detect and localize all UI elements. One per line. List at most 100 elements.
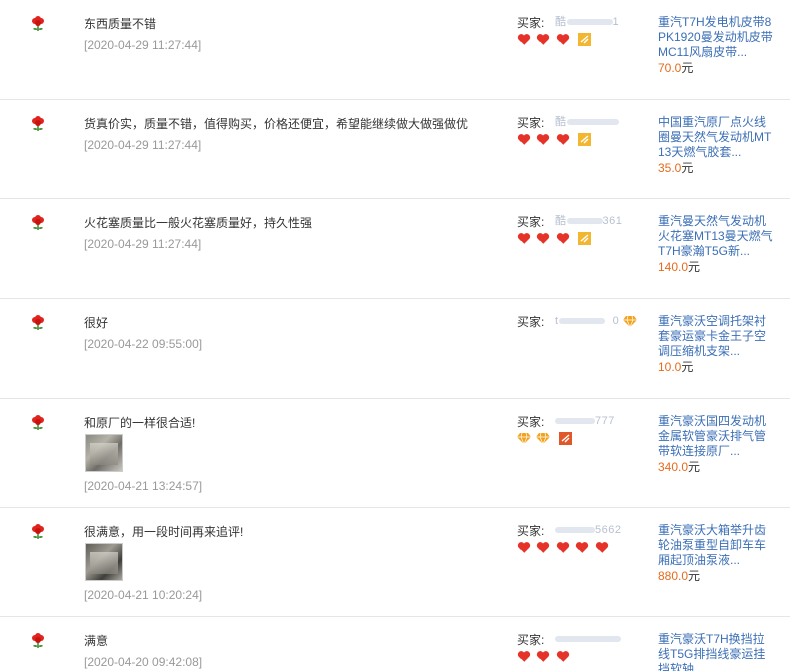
flower-rating-icon	[32, 315, 44, 330]
diamond-credit-icon	[517, 432, 531, 445]
heart-credit-icon	[537, 134, 550, 146]
buyer-name-mask	[555, 418, 595, 425]
heart-credit-icon	[556, 34, 570, 46]
photo-thumbnail	[90, 443, 118, 465]
product-link[interactable]: 重汽豪沃大箱举升齿轮油泵重型自卸车车厢起顶油泵液...	[658, 523, 776, 568]
review-date: [2020-04-20 09:42:08]	[84, 655, 203, 669]
review-date: [2020-04-21 13:24:57]	[84, 479, 203, 493]
price-amount: 140.0	[658, 260, 689, 274]
buyer-name-mask	[555, 527, 595, 534]
buyer-credit-badges	[517, 541, 610, 555]
buyer-credit-badges	[517, 232, 592, 246]
flower-rating-icon	[32, 215, 44, 230]
buyer-name-mask	[566, 218, 603, 225]
product-link[interactable]: 重汽豪沃空调托架衬套豪运豪卡金王子空调压缩机支架...	[658, 314, 776, 359]
product-link[interactable]: 重汽T7H发电机皮带8PK1920曼发动机皮带MC11风扇皮带...	[658, 15, 776, 60]
heart-credit-icon	[537, 542, 550, 554]
buyer-name-suffix: 5662	[595, 524, 622, 536]
product-price: 140.0元	[658, 260, 700, 274]
heart-credit-icon	[556, 651, 570, 663]
review-content: 和原厂的一样很合适!	[84, 416, 196, 430]
vip-icon	[578, 232, 592, 245]
product-link[interactable]: 重汽豪沃T7H换挡拉线T5G排挡线豪运挂挡软轴...	[658, 632, 776, 671]
vip-icon	[578, 33, 592, 46]
buyer-name: 5662	[555, 523, 621, 537]
review-row: 东西质量不错 [2020-04-29 11:27:44] 买家: 酷1 重汽T7…	[0, 0, 790, 100]
price-unit: 元	[681, 61, 694, 75]
buyer-name-suffix: 1	[612, 16, 620, 28]
diamond-credit-icon	[536, 432, 551, 445]
buyer-credit-badges	[517, 133, 592, 147]
product-price: 340.0元	[658, 460, 700, 474]
review-row: 和原厂的一样很合适! [2020-04-21 13:24:57] 买家: 777…	[0, 399, 790, 508]
heart-credit-icon	[576, 542, 589, 554]
vip-icon	[558, 432, 572, 445]
heart-credit-icon	[537, 233, 550, 245]
buyer-name-suffix: 0	[612, 315, 620, 327]
heart-credit-icon	[517, 34, 531, 46]
review-date: [2020-04-29 11:27:44]	[84, 138, 202, 152]
buyer-name-prefix: 酷	[555, 116, 567, 128]
buyer-name-suffix: 361	[602, 215, 623, 227]
price-amount: 340.0	[658, 460, 689, 474]
buyer-name: 酷 361	[555, 214, 622, 228]
product-link[interactable]: 重汽豪沃国四发动机金属软管豪沃排气管带软连接原厂...	[658, 414, 776, 459]
diamond-credit-icon	[622, 315, 637, 327]
product-price: 70.0元	[658, 61, 693, 75]
price-unit: 元	[688, 569, 701, 583]
heart-credit-icon	[517, 542, 531, 554]
heart-credit-icon	[556, 134, 570, 146]
review-photo[interactable]	[85, 543, 123, 581]
price-amount: 70.0	[658, 61, 682, 75]
buyer-credit-badges	[517, 33, 592, 47]
buyer-label: 买家:	[517, 633, 545, 647]
heart-credit-icon	[537, 651, 550, 663]
buyer-label: 买家:	[517, 315, 545, 329]
price-unit: 元	[688, 260, 701, 274]
flower-rating-icon	[32, 415, 44, 430]
buyer-name-suffix: 777	[595, 415, 615, 427]
buyer-credit-badges	[517, 650, 571, 664]
buyer-name-mask	[558, 318, 605, 325]
flower-rating-icon	[32, 116, 44, 131]
heart-credit-icon	[517, 233, 531, 245]
price-unit: 元	[688, 460, 701, 474]
review-content: 很满意，用一段时间再来追评!	[84, 525, 244, 539]
buyer-name: 酷1	[555, 15, 619, 29]
heart-credit-icon	[537, 34, 550, 46]
product-price: 10.0元	[658, 360, 693, 374]
buyer-label: 买家:	[517, 16, 545, 30]
product-price: 880.0元	[658, 569, 700, 583]
photo-thumbnail	[90, 552, 118, 574]
buyer-name-mask	[566, 119, 619, 126]
review-list: 东西质量不错 [2020-04-29 11:27:44] 买家: 酷1 重汽T7…	[0, 0, 790, 671]
flower-rating-icon	[32, 16, 44, 31]
price-amount: 880.0	[658, 569, 689, 583]
heart-credit-icon	[556, 233, 570, 245]
vip-icon	[578, 133, 592, 146]
buyer-name	[555, 632, 621, 646]
buyer-name-prefix: 酷	[555, 215, 567, 227]
review-content: 火花塞质量比一般火花塞质量好，持久性强	[84, 216, 313, 230]
price-unit: 元	[681, 360, 694, 374]
product-link[interactable]: 中国重汽原厂点火线圈曼天然气发动机MT13天燃气胶套...	[658, 115, 776, 160]
buyer-name-prefix: 酷	[555, 16, 567, 28]
price-amount: 35.0	[658, 161, 682, 175]
review-content: 东西质量不错	[84, 17, 157, 31]
product-price: 35.0元	[658, 161, 693, 175]
price-amount: 10.0	[658, 360, 682, 374]
heart-credit-icon	[595, 542, 608, 554]
review-content: 很好	[84, 316, 109, 330]
flower-rating-icon	[32, 524, 44, 539]
product-link[interactable]: 重汽曼天然气发动机火花塞MT13曼天燃气T7H豪瀚T5G新...	[658, 214, 776, 259]
review-row: 火花塞质量比一般火花塞质量好，持久性强 [2020-04-29 11:27:44…	[0, 199, 790, 299]
review-date: [2020-04-21 10:20:24]	[84, 588, 203, 602]
review-photo[interactable]	[85, 434, 123, 472]
buyer-label: 买家:	[517, 215, 545, 229]
buyer-label: 买家:	[517, 116, 545, 130]
buyer-name-mask	[566, 19, 613, 26]
buyer-label: 买家:	[517, 415, 545, 429]
buyer-credit-badges	[517, 432, 572, 446]
flower-rating-icon	[32, 633, 44, 648]
buyer-name: t0	[555, 314, 637, 328]
